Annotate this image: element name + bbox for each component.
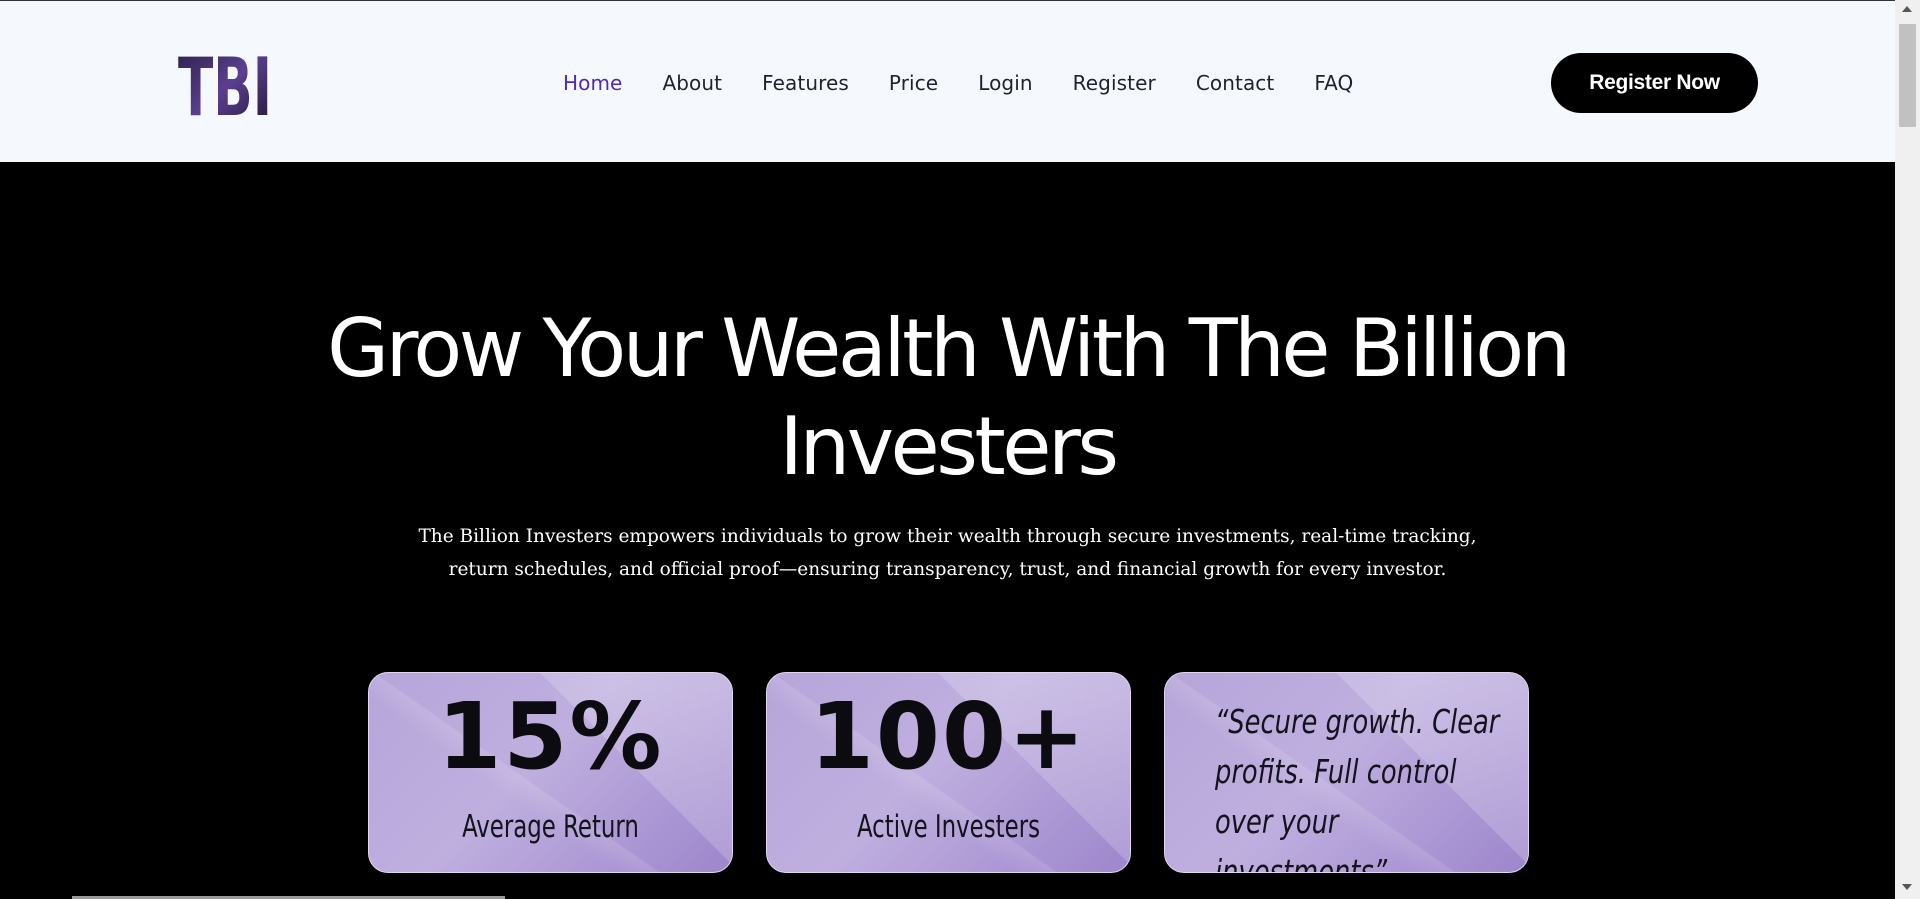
stat-value: 100+ — [809, 683, 1088, 790]
nav-login[interactable]: Login — [978, 71, 1032, 95]
scroll-down-arrow-icon[interactable] — [1902, 884, 1912, 890]
site-header: TBI Home About Features Price Login Regi… — [0, 0, 1895, 162]
stat-label: Active Investers — [856, 809, 1041, 845]
hero-title-line1: Grow Your Wealth With The Billion — [327, 302, 1571, 395]
quote-text: “Secure growth. Clear profits. Full cont… — [1215, 702, 1500, 873]
logo-text: TBI — [178, 45, 272, 121]
stat-label: Average Return — [462, 809, 639, 845]
nav-contact[interactable]: Contact — [1196, 71, 1275, 95]
page: TBI Home About Features Price Login Regi… — [0, 0, 1895, 899]
quote-card: “Secure growth. Clear profits. Full cont… — [1164, 672, 1529, 873]
vertical-scrollbar[interactable] — [1895, 0, 1920, 899]
stat-card-investers: 100+ Active Investers — [766, 672, 1131, 873]
scroll-up-arrow-icon[interactable] — [1902, 6, 1912, 12]
register-now-button[interactable]: Register Now — [1551, 53, 1758, 113]
hero-title-line2: Investers — [779, 400, 1119, 493]
nav-register[interactable]: Register — [1073, 71, 1156, 95]
main-nav: Home About Features Price Login Register… — [563, 71, 1393, 95]
stat-value: 15% — [437, 683, 664, 790]
nav-home[interactable]: Home — [563, 71, 622, 95]
hero-title: Grow Your Wealth With The Billion Invest… — [0, 300, 1895, 496]
nav-about[interactable]: About — [662, 71, 722, 95]
nav-price[interactable]: Price — [889, 71, 938, 95]
stat-card-return: 15% Average Return — [368, 672, 733, 873]
scrollbar-thumb[interactable] — [1899, 24, 1916, 127]
tbi-logo[interactable]: TBI — [178, 45, 274, 121]
hero-description: The Billion Investers empowers individua… — [418, 526, 1477, 580]
nav-features[interactable]: Features — [762, 71, 849, 95]
nav-faq[interactable]: FAQ — [1314, 71, 1353, 95]
